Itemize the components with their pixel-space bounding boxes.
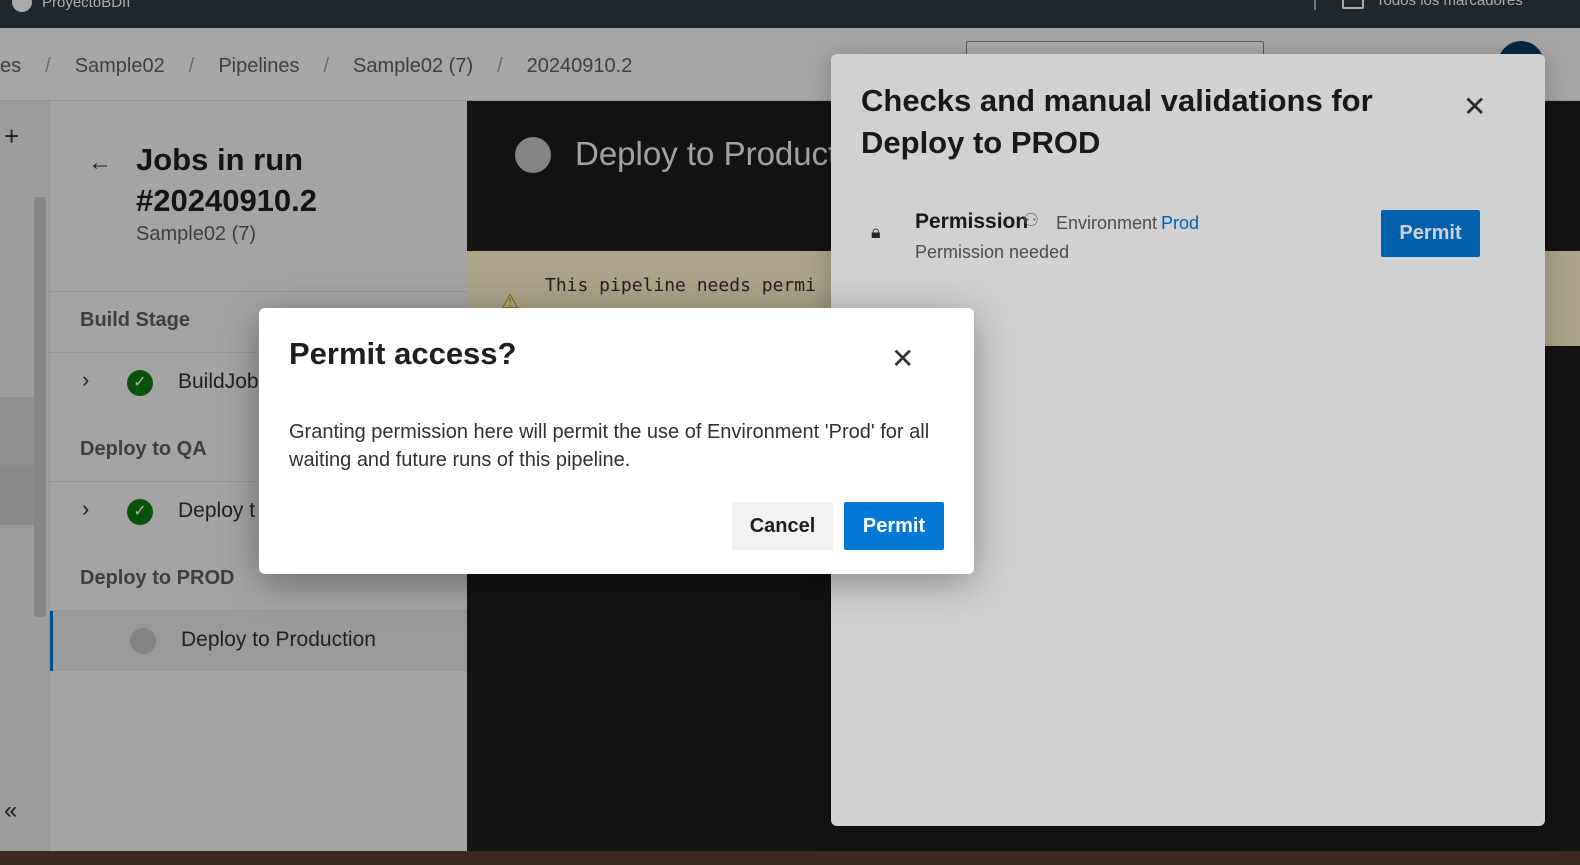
dialog-title: Permit access? — [289, 336, 517, 371]
permit-access-dialog: Permit access? ✕ Granting permission her… — [259, 308, 974, 574]
taskbar-strip — [0, 851, 1580, 865]
permit-button[interactable]: Permit — [844, 502, 944, 550]
close-icon[interactable]: ✕ — [891, 342, 914, 375]
cancel-button[interactable]: Cancel — [732, 502, 833, 550]
dialog-message: Granting permission here will permit the… — [289, 421, 930, 471]
